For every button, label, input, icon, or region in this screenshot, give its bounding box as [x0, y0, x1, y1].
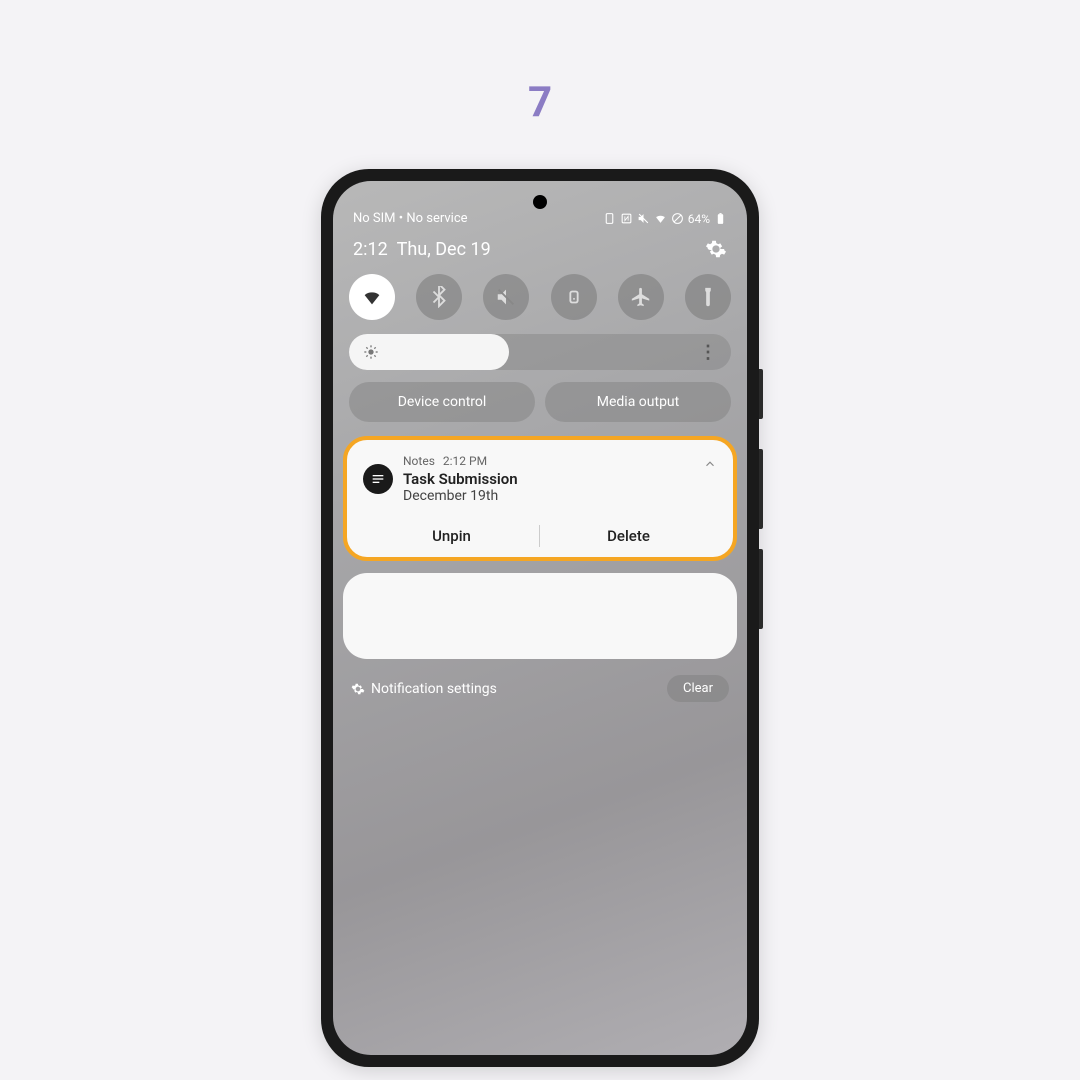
- bluetooth-icon: [428, 286, 450, 308]
- phone-screen: No SIM • No service 64% 2:12 Thu, Dec 19: [333, 181, 747, 1055]
- notification-settings-link[interactable]: Notification settings: [351, 681, 497, 697]
- pill-buttons: Device control Media output: [333, 370, 747, 436]
- brightness-slider[interactable]: ⋮: [349, 334, 731, 370]
- notification-subtitle: December 19th: [403, 488, 693, 504]
- clock-date: Thu, Dec 19: [397, 239, 491, 260]
- sound-toggle[interactable]: [483, 274, 529, 320]
- notification-card-blank[interactable]: [343, 573, 737, 659]
- card-icon: [603, 212, 616, 225]
- no-signal-icon: [671, 212, 684, 225]
- volume-up-button: [759, 449, 763, 529]
- side-button: [759, 369, 763, 419]
- unpin-button[interactable]: Unpin: [363, 515, 540, 557]
- phone-frame: No SIM • No service 64% 2:12 Thu, Dec 19: [321, 169, 759, 1067]
- media-output-button[interactable]: Media output: [545, 382, 731, 422]
- notification-footer: Notification settings Clear: [333, 671, 747, 706]
- time-date: 2:12 Thu, Dec 19: [353, 239, 491, 260]
- clear-button[interactable]: Clear: [667, 675, 729, 702]
- quick-settings-toggles: [333, 274, 747, 320]
- notes-icon: [370, 471, 386, 487]
- wifi-icon: [654, 212, 667, 225]
- battery-percent: 64%: [688, 212, 710, 226]
- brightness-icon: [363, 344, 379, 360]
- nfc-icon: [620, 212, 633, 225]
- rotation-toggle[interactable]: [551, 274, 597, 320]
- flashlight-toggle[interactable]: [685, 274, 731, 320]
- notification-actions: Unpin Delete: [363, 514, 717, 557]
- status-left-text: No SIM • No service: [353, 211, 468, 226]
- gear-icon: [351, 682, 365, 696]
- chevron-up-icon: [703, 457, 717, 471]
- delete-button[interactable]: Delete: [540, 515, 717, 557]
- brightness-menu-icon[interactable]: ⋮: [699, 342, 717, 363]
- notification-header: Notes 2:12 PM Task Submission December 1…: [363, 454, 717, 504]
- camera-notch: [533, 195, 547, 209]
- notification-time: 2:12 PM: [443, 454, 487, 468]
- brightness-fill: [349, 334, 509, 370]
- mute-icon: [637, 212, 650, 225]
- notification-settings-label: Notification settings: [371, 681, 497, 697]
- wifi-toggle[interactable]: [349, 274, 395, 320]
- bluetooth-toggle[interactable]: [416, 274, 462, 320]
- wifi-icon: [361, 286, 383, 308]
- clock-row: 2:12 Thu, Dec 19: [333, 232, 747, 274]
- mute-icon: [495, 286, 517, 308]
- notification-app-name: Notes: [403, 454, 435, 468]
- battery-icon: [714, 212, 727, 225]
- status-right: 64%: [603, 212, 727, 226]
- rotation-lock-icon: [563, 286, 585, 308]
- collapse-button[interactable]: [703, 456, 717, 475]
- airplane-icon: [630, 286, 652, 308]
- notification-meta: Notes 2:12 PM Task Submission December 1…: [403, 454, 693, 504]
- airplane-toggle[interactable]: [618, 274, 664, 320]
- notification-card-notes[interactable]: Notes 2:12 PM Task Submission December 1…: [343, 436, 737, 561]
- device-control-button[interactable]: Device control: [349, 382, 535, 422]
- volume-down-button: [759, 549, 763, 629]
- notification-title: Task Submission: [403, 470, 693, 488]
- gear-icon[interactable]: [705, 238, 727, 260]
- notes-app-icon: [363, 464, 393, 494]
- clock-time: 2:12: [353, 239, 388, 260]
- flashlight-icon: [697, 286, 719, 308]
- step-number: 7: [528, 78, 552, 127]
